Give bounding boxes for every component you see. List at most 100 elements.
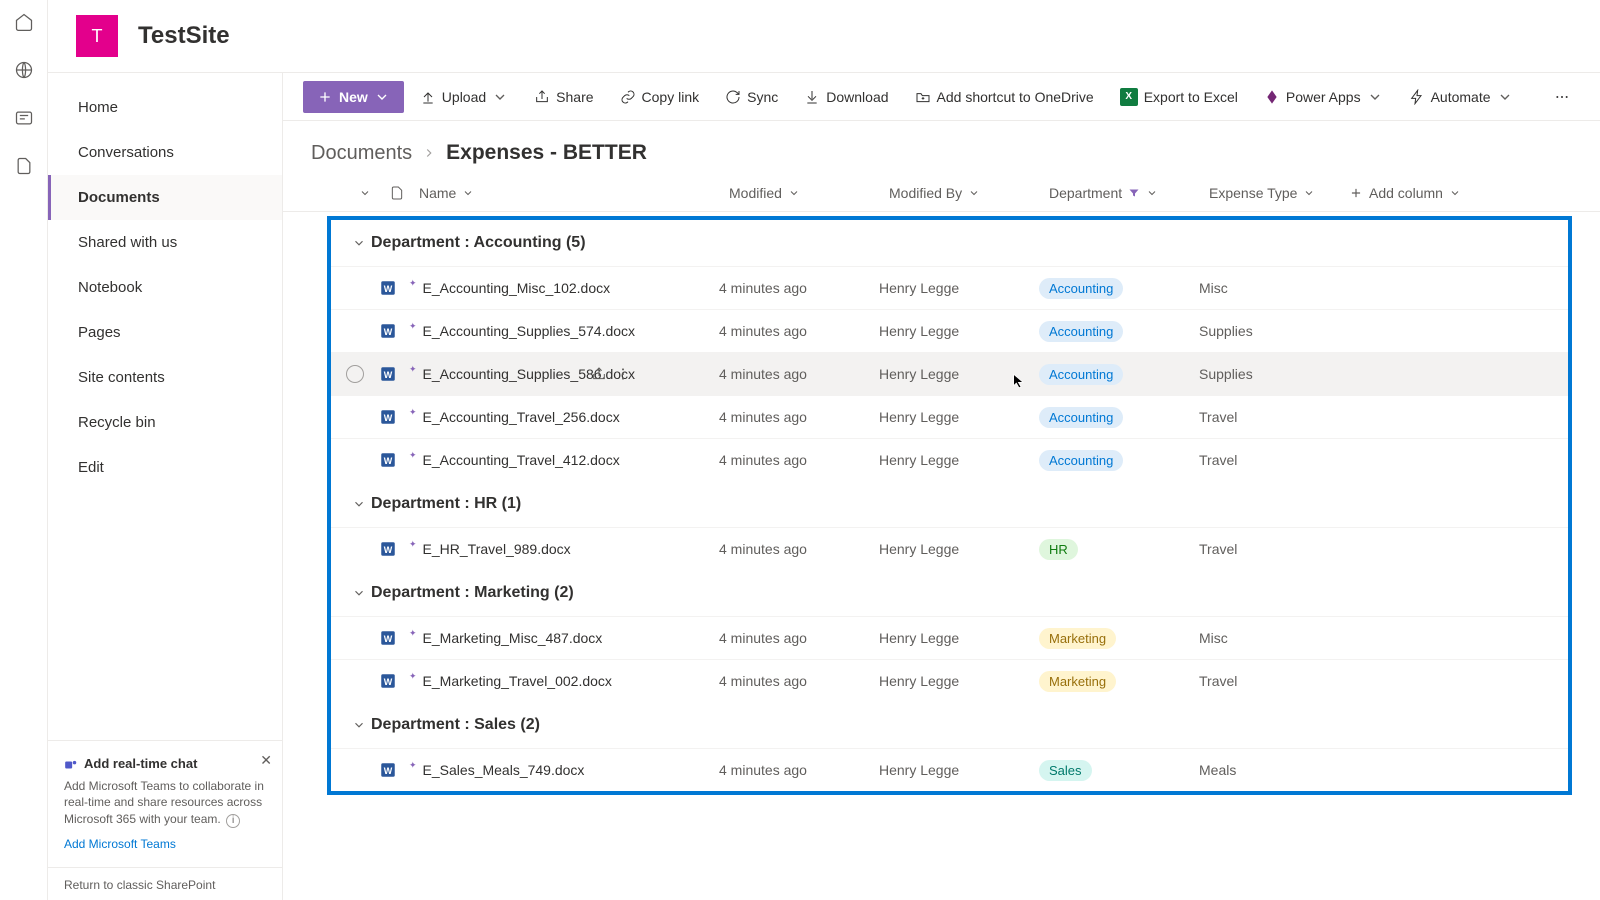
file-name[interactable]: E_Accounting_Misc_102.docx: [423, 280, 611, 296]
modified-date: 4 minutes ago: [719, 366, 879, 382]
chevron-down-icon: [1303, 187, 1315, 199]
nav-item-notebook[interactable]: Notebook: [48, 265, 282, 310]
sidebar: HomeConversationsDocumentsShared with us…: [48, 73, 283, 900]
group-header[interactable]: Department : Marketing (2): [331, 570, 1568, 616]
globe-icon[interactable]: [14, 60, 34, 80]
nav-item-shared-with-us[interactable]: Shared with us: [48, 220, 282, 265]
modified-by[interactable]: Henry Legge: [879, 630, 1039, 646]
file-name[interactable]: E_Accounting_Travel_256.docx: [423, 409, 620, 425]
nav-item-pages[interactable]: Pages: [48, 310, 282, 355]
news-icon[interactable]: [14, 108, 34, 128]
group-header[interactable]: Department : Accounting (5): [331, 220, 1568, 266]
file-name[interactable]: E_Accounting_Supplies_574.docx: [423, 323, 636, 339]
expense-type: Misc: [1199, 280, 1339, 296]
info-icon[interactable]: i: [226, 814, 240, 828]
file-name[interactable]: E_Marketing_Misc_487.docx: [423, 630, 603, 646]
breadcrumb-current: Expenses - BETTER: [446, 141, 647, 165]
svg-text:W: W: [384, 766, 393, 776]
column-department[interactable]: Department: [1049, 185, 1209, 201]
app-rail: [0, 0, 48, 900]
shortcut-button[interactable]: Add shortcut to OneDrive: [905, 83, 1104, 111]
sync-button[interactable]: Sync: [715, 83, 788, 111]
share-button[interactable]: Share: [524, 83, 603, 111]
modified-by[interactable]: Henry Legge: [879, 762, 1039, 778]
file-row[interactable]: W ✦ E_Sales_Meals_749.docx 4 minutes agoHen…: [331, 748, 1568, 791]
file-name[interactable]: E_Accounting_Travel_412.docx: [423, 452, 620, 468]
modified-by[interactable]: Henry Legge: [879, 366, 1039, 382]
more-icon[interactable]: [615, 366, 631, 382]
file-row[interactable]: W✦E_Marketing_Travel_002.docx4 minutes a…: [331, 659, 1568, 702]
powerapps-label: Power Apps: [1286, 89, 1361, 105]
modified-by[interactable]: Henry Legge: [879, 452, 1039, 468]
new-indicator-icon: ✦: [409, 760, 417, 771]
nav-item-recycle-bin[interactable]: Recycle bin: [48, 400, 282, 445]
powerapps-button[interactable]: Power Apps: [1254, 83, 1393, 111]
department-tag: Accounting: [1039, 321, 1123, 342]
group-title: Department : HR (1): [371, 495, 521, 513]
svg-text:W: W: [384, 677, 393, 687]
file-name[interactable]: E_HR_Travel_989.docx: [423, 541, 571, 557]
automate-button[interactable]: Automate: [1399, 83, 1523, 111]
column-name[interactable]: Name: [419, 185, 729, 201]
more-button[interactable]: [1544, 83, 1580, 111]
file-row[interactable]: W✦E_HR_Travel_989.docx4 minutes agoHenry…: [331, 527, 1568, 570]
upload-icon: [420, 89, 436, 105]
breadcrumb: Documents Expenses - BETTER: [283, 121, 1600, 175]
modified-by[interactable]: Henry Legge: [879, 323, 1039, 339]
new-button[interactable]: New: [303, 81, 404, 113]
site-title[interactable]: TestSite: [138, 22, 230, 50]
modified-date: 4 minutes ago: [719, 280, 879, 296]
upload-button[interactable]: Upload: [410, 83, 518, 111]
nav-item-home[interactable]: Home: [48, 85, 282, 130]
copy-link-button[interactable]: Copy link: [610, 83, 710, 111]
expense-type: Supplies: [1199, 323, 1339, 339]
group-header[interactable]: Department : HR (1): [331, 481, 1568, 527]
column-expense-type[interactable]: Expense Type: [1209, 185, 1349, 201]
file-name[interactable]: E_Marketing_Travel_002.docx: [423, 673, 612, 689]
modified-by[interactable]: Henry Legge: [879, 280, 1039, 296]
new-indicator-icon: ✦: [409, 321, 417, 332]
add-teams-link[interactable]: Add Microsoft Teams: [64, 836, 266, 853]
site-logo[interactable]: T: [76, 15, 118, 57]
modified-by[interactable]: Henry Legge: [879, 409, 1039, 425]
classic-link[interactable]: Return to classic SharePoint: [48, 867, 282, 900]
download-label: Download: [826, 89, 888, 105]
group-header[interactable]: Department : Sales (2): [331, 702, 1568, 748]
chevron-down-icon: [1367, 89, 1383, 105]
share-icon[interactable]: [591, 366, 607, 382]
nav-item-documents[interactable]: Documents: [48, 175, 282, 220]
file-name[interactable]: E_Sales_Meals_749.docx: [423, 762, 585, 778]
word-doc-icon: W: [379, 322, 397, 340]
nav-item-conversations[interactable]: Conversations: [48, 130, 282, 175]
file-row[interactable]: W✦E_Accounting_Supplies_586.docx4 minute…: [331, 352, 1568, 395]
file-row[interactable]: W✦E_Accounting_Misc_102.docx4 minutes ag…: [331, 266, 1568, 309]
file-row[interactable]: W✦E_Accounting_Supplies_574.docx4 minute…: [331, 309, 1568, 352]
chevron-down-icon[interactable]: [359, 187, 371, 199]
breadcrumb-parent[interactable]: Documents: [311, 142, 412, 165]
modified-date: 4 minutes ago: [719, 762, 879, 778]
column-modified[interactable]: Modified: [729, 185, 889, 201]
nav-item-edit[interactable]: Edit: [48, 445, 282, 490]
file-row[interactable]: W✦E_Accounting_Travel_412.docx4 minutes …: [331, 438, 1568, 481]
chevron-down-icon: [347, 586, 371, 600]
share-icon: [534, 89, 550, 105]
column-modified-by[interactable]: Modified By: [889, 185, 1049, 201]
home-icon[interactable]: [14, 12, 34, 32]
automate-label: Automate: [1431, 89, 1491, 105]
select-checkbox[interactable]: [346, 365, 364, 383]
plus-icon: [1349, 186, 1363, 200]
add-column-button[interactable]: Add column: [1349, 185, 1461, 201]
files-icon[interactable]: [14, 156, 34, 176]
file-icon[interactable]: [389, 185, 405, 201]
file-row[interactable]: W✦E_Accounting_Travel_256.docx4 minutes …: [331, 395, 1568, 438]
export-button[interactable]: X Export to Excel: [1110, 82, 1248, 112]
svg-text:W: W: [384, 456, 393, 466]
download-button[interactable]: Download: [794, 83, 898, 111]
file-row[interactable]: W✦E_Marketing_Misc_487.docx4 minutes ago…: [331, 616, 1568, 659]
modified-by[interactable]: Henry Legge: [879, 541, 1039, 557]
modified-by[interactable]: Henry Legge: [879, 673, 1039, 689]
close-icon[interactable]: ✕: [260, 751, 272, 771]
copy-link-label: Copy link: [642, 89, 700, 105]
word-doc-icon: W: [379, 540, 397, 558]
nav-item-site-contents[interactable]: Site contents: [48, 355, 282, 400]
